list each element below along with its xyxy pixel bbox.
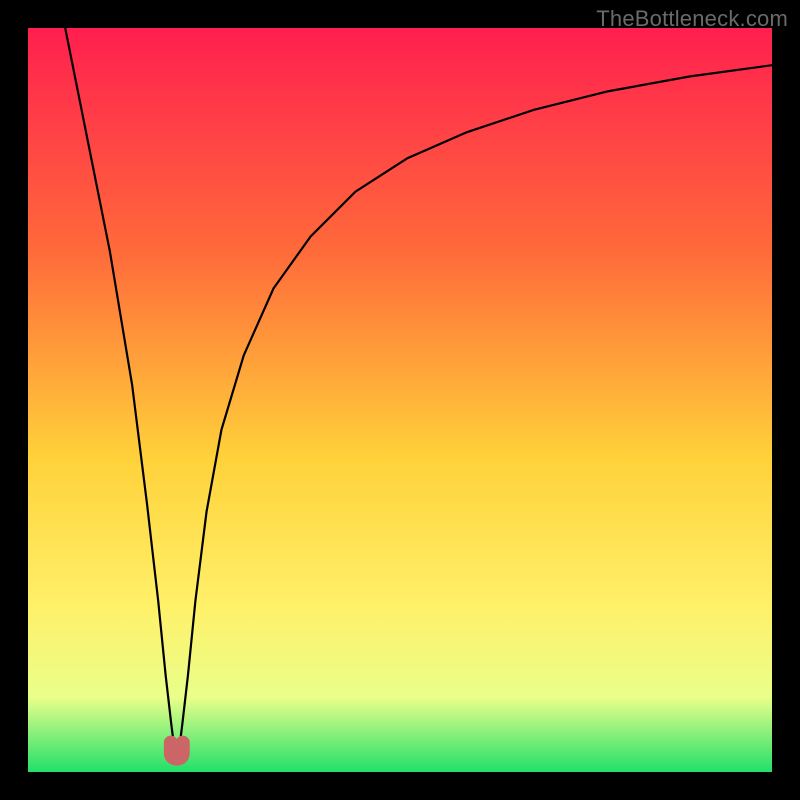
plot-svg — [28, 28, 772, 772]
watermark-text: TheBottleneck.com — [596, 6, 788, 32]
optimal-point-marker — [171, 743, 183, 759]
chart-frame: TheBottleneck.com — [0, 0, 800, 800]
gradient-background — [28, 28, 772, 772]
plot-area — [28, 28, 772, 772]
